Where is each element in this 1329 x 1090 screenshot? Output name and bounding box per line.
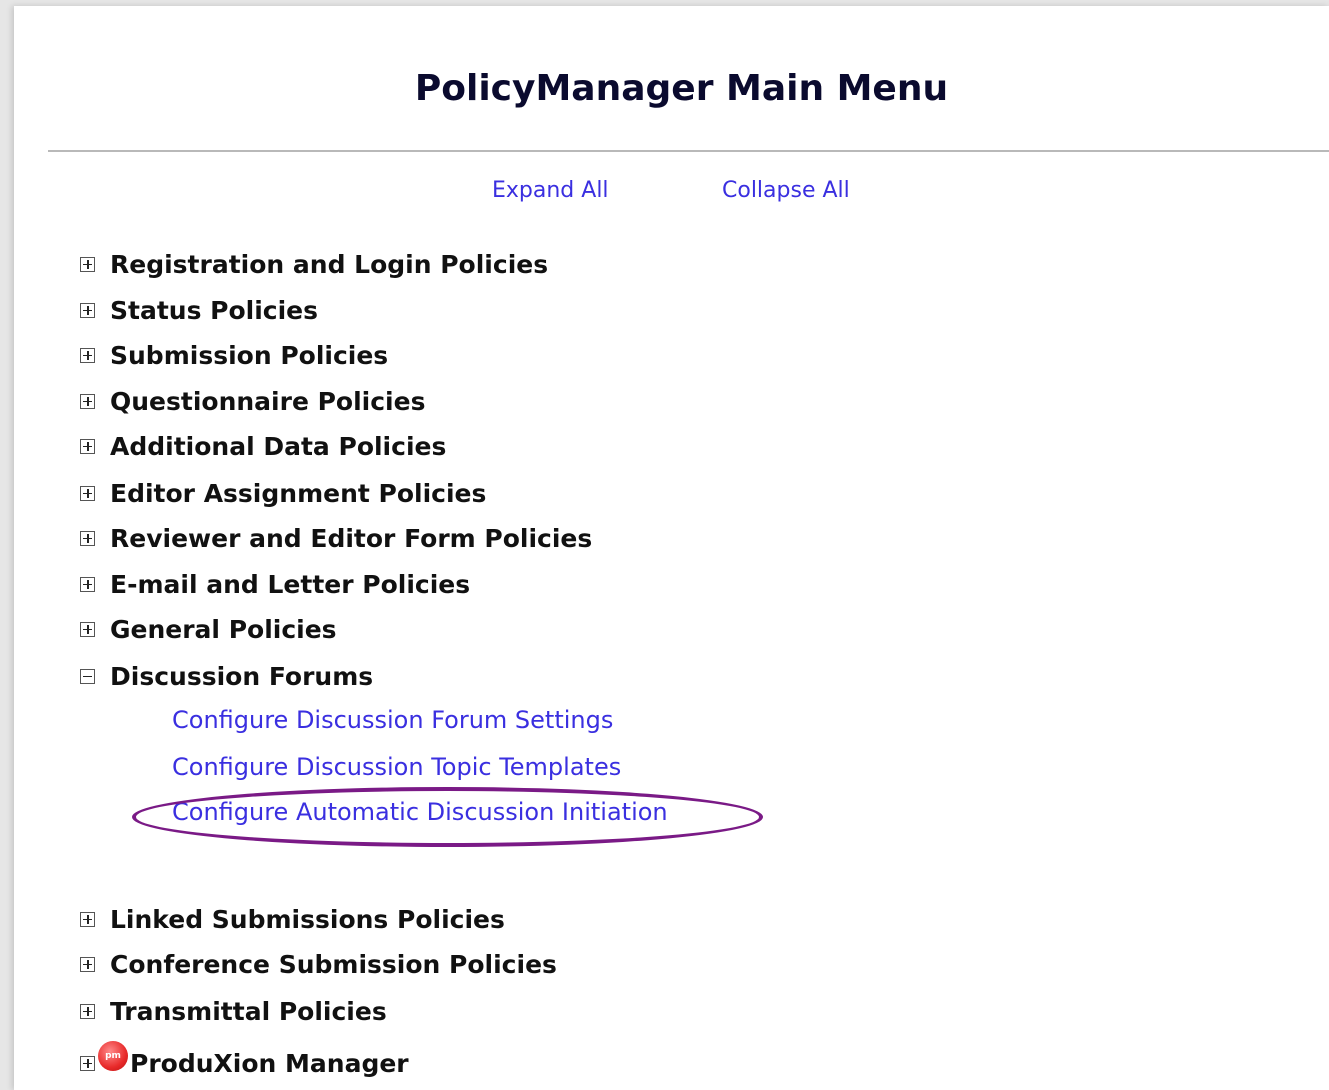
expand-plus-icon[interactable]	[80, 956, 95, 972]
menu-item-label[interactable]: Additional Data Policies	[110, 432, 446, 461]
menu-item-additional-data[interactable]: Additional Data Policies	[80, 431, 446, 461]
menu-item-discussion-forums[interactable]: Discussion Forums	[80, 661, 373, 691]
menu-item-label[interactable]: Discussion Forums	[110, 662, 373, 691]
menu-item-label[interactable]: ProduXion Manager	[130, 1049, 409, 1078]
collapse-minus-icon[interactable]	[80, 668, 95, 684]
menu-item-produxion-manager[interactable]: pm ProduXion Manager	[80, 1041, 409, 1078]
menu-item-label[interactable]: Registration and Login Policies	[110, 250, 548, 279]
menu-item-label[interactable]: Editor Assignment Policies	[110, 479, 486, 508]
menu-item-reviewer-editor-form[interactable]: Reviewer and Editor Form Policies	[80, 523, 592, 553]
menu-item-label[interactable]: E-mail and Letter Policies	[110, 570, 470, 599]
expand-plus-icon[interactable]	[80, 621, 95, 637]
title-divider	[48, 150, 1329, 152]
expand-plus-icon[interactable]	[80, 256, 95, 272]
menu-item-email-letter[interactable]: E-mail and Letter Policies	[80, 569, 470, 599]
collapse-all-link[interactable]: Collapse All	[722, 178, 850, 203]
expand-plus-icon[interactable]	[80, 347, 95, 363]
menu-item-registration-login[interactable]: Registration and Login Policies	[80, 249, 548, 279]
page-title: PolicyManager Main Menu	[414, 68, 949, 109]
menu-item-editor-assignment[interactable]: Editor Assignment Policies	[80, 478, 486, 508]
menu-item-label[interactable]: General Policies	[110, 615, 337, 644]
expand-plus-icon[interactable]	[80, 1055, 95, 1071]
expand-all-link[interactable]: Expand All	[492, 178, 609, 203]
expand-plus-icon[interactable]	[80, 302, 95, 318]
menu-item-questionnaire[interactable]: Questionnaire Policies	[80, 386, 425, 416]
menu-item-label[interactable]: Status Policies	[110, 296, 318, 325]
policy-manager-page: PolicyManager Main Menu Expand All Colla…	[14, 6, 1329, 1090]
expand-plus-icon[interactable]	[80, 576, 95, 592]
configure-topic-templates-link[interactable]: Configure Discussion Topic Templates	[172, 753, 621, 781]
produxion-manager-logo-icon: pm	[98, 1041, 128, 1071]
menu-item-general[interactable]: General Policies	[80, 614, 337, 644]
menu-item-label[interactable]: Reviewer and Editor Form Policies	[110, 524, 592, 553]
menu-item-transmittal[interactable]: Transmittal Policies	[80, 996, 387, 1026]
expand-plus-icon[interactable]	[80, 393, 95, 409]
expand-plus-icon[interactable]	[80, 911, 95, 927]
expand-plus-icon[interactable]	[80, 1003, 95, 1019]
menu-item-status[interactable]: Status Policies	[80, 295, 318, 325]
expand-plus-icon[interactable]	[80, 530, 95, 546]
menu-item-label[interactable]: Transmittal Policies	[110, 997, 387, 1026]
menu-item-label[interactable]: Linked Submissions Policies	[110, 905, 505, 934]
expand-plus-icon[interactable]	[80, 438, 95, 454]
menu-item-submission[interactable]: Submission Policies	[80, 340, 388, 370]
expand-plus-icon[interactable]	[80, 485, 95, 501]
configure-automatic-initiation-link[interactable]: Configure Automatic Discussion Initiatio…	[172, 798, 668, 826]
menu-item-conference-submission[interactable]: Conference Submission Policies	[80, 949, 557, 979]
configure-forum-settings-link[interactable]: Configure Discussion Forum Settings	[172, 706, 613, 734]
menu-item-label[interactable]: Submission Policies	[110, 341, 388, 370]
menu-item-label[interactable]: Questionnaire Policies	[110, 387, 425, 416]
menu-item-label[interactable]: Conference Submission Policies	[110, 950, 557, 979]
menu-item-linked-submissions[interactable]: Linked Submissions Policies	[80, 904, 505, 934]
